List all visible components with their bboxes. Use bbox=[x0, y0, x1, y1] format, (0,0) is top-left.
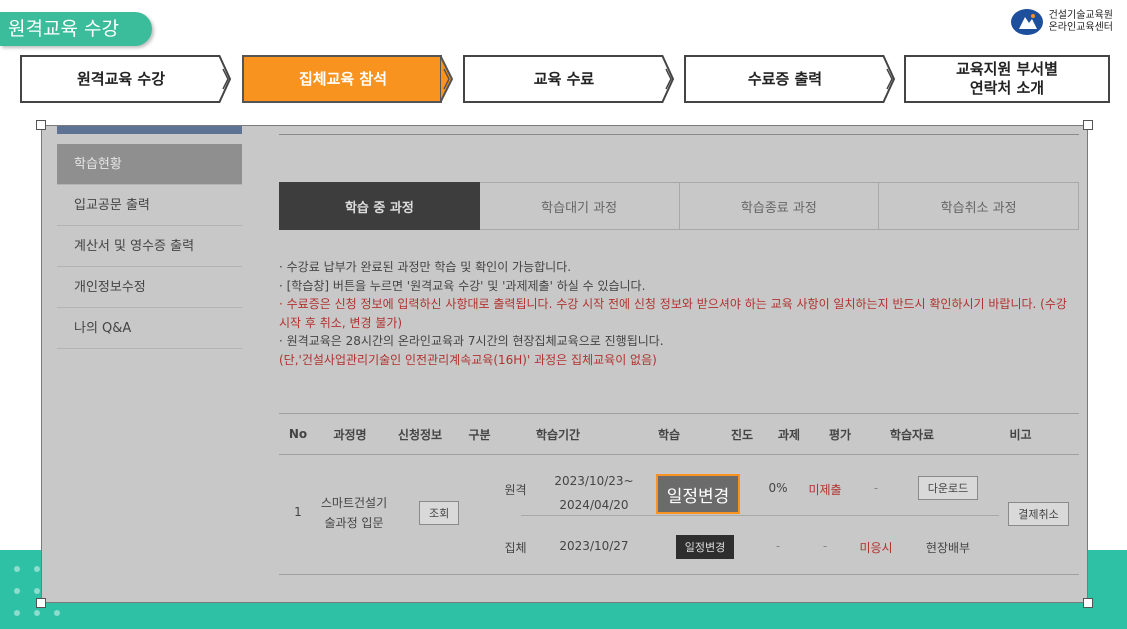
page-title: 원격교육 수강 bbox=[0, 12, 152, 46]
period-end: 2024/04/20 bbox=[559, 498, 629, 512]
col-task: 과제 bbox=[777, 427, 801, 442]
row-divider bbox=[521, 515, 999, 516]
step-completion[interactable]: 교육 수료 bbox=[463, 55, 663, 103]
tab-cancelled[interactable]: 학습취소 과정 bbox=[879, 182, 1079, 230]
sidebar-item-my-qna[interactable]: 나의 Q&A bbox=[57, 308, 242, 349]
row-type-online: 원격 bbox=[504, 483, 527, 497]
step-online-study[interactable]: 원격교육 수강 bbox=[20, 55, 220, 103]
notice-line: · 수강료 납부가 완료된 과정만 학습 및 확인이 가능합니다. bbox=[279, 260, 572, 274]
row-task-online: 미제출 bbox=[808, 483, 842, 497]
row-type-offline: 집체 bbox=[504, 541, 527, 555]
divider bbox=[279, 134, 1079, 135]
sidebar-item-admission-letter[interactable]: 입교공문 출력 bbox=[57, 185, 242, 226]
col-material: 학습자료 bbox=[889, 427, 935, 442]
period-start: 2023/10/23~ bbox=[554, 474, 634, 488]
step-certificate-print[interactable]: 수료증 출력 bbox=[684, 55, 884, 103]
view-info-button[interactable]: 조회 bbox=[419, 501, 460, 525]
row-course-name: 스마트건설기술과정 입문 bbox=[320, 496, 388, 530]
col-note: 비고 bbox=[1009, 427, 1032, 442]
resize-handle[interactable] bbox=[36, 598, 46, 608]
notice-line: · [학습창] 버튼을 누르면 '원격교육 수강' 및 '과제제출' 하실 수 … bbox=[279, 278, 646, 293]
row-task-offline: - bbox=[822, 539, 828, 553]
logo-line-1: 건설기술교육원 bbox=[1048, 10, 1113, 21]
resize-handle[interactable] bbox=[36, 120, 46, 130]
sidebar-item-learning-status[interactable]: 학습현황 bbox=[57, 144, 242, 185]
tab-waiting[interactable]: 학습대기 과정 bbox=[479, 182, 680, 230]
row-eval-online: - bbox=[873, 481, 879, 495]
table-header: No 과정명 신청정보 구분 학습기간 학습 진도 과제 평가 학습자료 비고 bbox=[279, 413, 1079, 455]
col-study: 학습 bbox=[657, 427, 681, 442]
step-navigation: 원격교육 수강 집체교육 참석 교육 수료 수료증 출력 교육지원 부서별 연락… bbox=[20, 55, 1110, 105]
col-progress: 진도 bbox=[730, 427, 754, 442]
col-type: 구분 bbox=[468, 427, 491, 442]
logo-emblem-icon bbox=[1010, 9, 1043, 35]
row-material-offline: 현장배부 bbox=[925, 541, 971, 555]
sidebar-top-bar bbox=[57, 126, 242, 134]
course-tabs: 학습 중 과정 학습대기 과정 학습종료 과정 학습취소 과정 bbox=[279, 182, 1079, 230]
change-schedule-button-online[interactable]: 일정변경 bbox=[656, 474, 740, 514]
download-button[interactable]: 다운로드 bbox=[917, 476, 979, 500]
chevron-right-icon bbox=[218, 55, 232, 103]
row-period-offline: 2023/10/27 bbox=[559, 539, 629, 553]
logo-line-2: 온라인교육센터 bbox=[1048, 22, 1113, 33]
col-period: 학습기간 bbox=[535, 427, 581, 442]
sidebar-item-invoice-receipt[interactable]: 계산서 및 영수증 출력 bbox=[57, 226, 242, 267]
row-no: 1 bbox=[294, 505, 302, 519]
row-eval-offline: 미응시 bbox=[859, 541, 893, 555]
chevron-right-icon bbox=[661, 55, 675, 103]
chevron-right-icon bbox=[440, 55, 454, 103]
resize-handle[interactable] bbox=[1083, 120, 1093, 130]
change-schedule-button-offline[interactable]: 일정변경 bbox=[675, 535, 735, 559]
course-table: No 과정명 신청정보 구분 학습기간 학습 진도 과제 평가 학습자료 비고 … bbox=[279, 413, 1079, 575]
table-row: 1 스마트건설기술과정 입문 조회 원격 2023/10/23~ 2024/04… bbox=[279, 455, 1079, 575]
col-info: 신청정보 bbox=[397, 427, 443, 442]
notice-line-warning: · 수료증은 신청 정보에 입력하신 사항대로 출력됩니다. 수강 시작 전에 … bbox=[279, 297, 1067, 330]
col-name: 과정명 bbox=[333, 427, 367, 442]
cancel-payment-button[interactable]: 결제취소 bbox=[1008, 502, 1069, 526]
col-no: No bbox=[288, 427, 308, 441]
logo: 건설기술교육원 온라인교육센터 bbox=[1010, 9, 1113, 35]
resize-handle[interactable] bbox=[1083, 598, 1093, 608]
notice-line-warning: (단,'건설사업관리기술인 인전관리계속교육(16H)' 과정은 집체교육이 없… bbox=[279, 352, 657, 367]
chevron-right-icon bbox=[882, 55, 896, 103]
notice-list: · 수강료 납부가 완료된 과정만 학습 및 확인이 가능합니다. · [학습창… bbox=[279, 258, 1079, 369]
step-department-contacts[interactable]: 교육지원 부서별 연락처 소개 bbox=[904, 55, 1110, 103]
tab-finished[interactable]: 학습종료 과정 bbox=[679, 182, 880, 230]
tab-in-progress[interactable]: 학습 중 과정 bbox=[279, 182, 480, 230]
sidebar: 학습현황 입교공문 출력 계산서 및 영수증 출력 개인정보수정 나의 Q&A bbox=[57, 126, 242, 349]
col-eval: 평가 bbox=[828, 427, 852, 442]
row-progress-online: 0% bbox=[768, 481, 788, 495]
content-frame: 학습현황 입교공문 출력 계산서 및 영수증 출력 개인정보수정 나의 Q&A … bbox=[41, 125, 1088, 603]
step-group-attendance[interactable]: 집체교육 참석 bbox=[242, 55, 442, 103]
row-progress-offline: - bbox=[775, 539, 781, 553]
notice-line: · 원격교육은 28시간의 온라인교육과 7시간의 현장집체교육으로 진행됩니다… bbox=[279, 334, 664, 348]
row-period-online: 2023/10/23~ 2024/04/20 bbox=[538, 469, 650, 517]
sidebar-item-edit-profile[interactable]: 개인정보수정 bbox=[57, 267, 242, 308]
